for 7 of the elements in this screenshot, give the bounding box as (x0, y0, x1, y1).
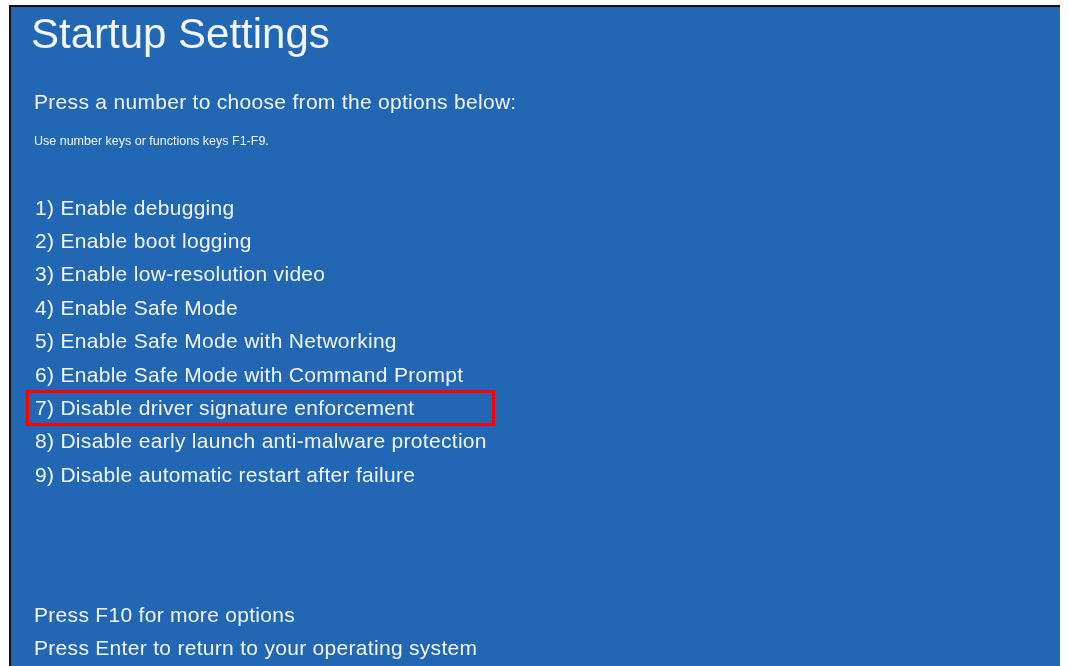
startup-option[interactable]: 1) Enable debugging (26, 189, 244, 226)
screen-title: Startup Settings (31, 9, 331, 59)
startup-option[interactable]: 7) Disable driver signature enforcement (26, 390, 496, 427)
hint-text: Use number keys or functions keys F1-F9. (34, 133, 270, 149)
footer-text: Press F10 for more options (34, 602, 297, 628)
prompt-text: Press a number to choose from the options below: (34, 89, 518, 115)
footer-text: Press Enter to return to your operating system (34, 635, 479, 661)
